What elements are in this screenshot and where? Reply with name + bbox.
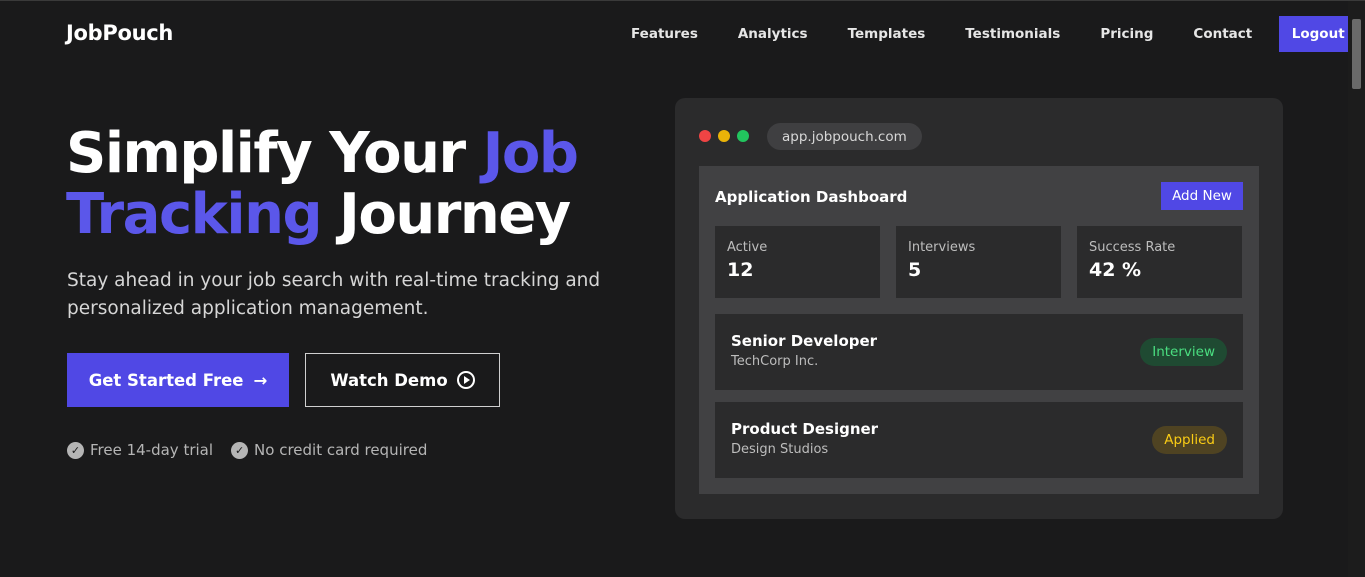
get-started-label: Get Started Free (88, 370, 244, 390)
window-controls (699, 130, 749, 142)
watch-demo-button[interactable]: Watch Demo (305, 353, 500, 407)
stat-label: Active (727, 240, 768, 255)
get-started-button[interactable]: Get Started Free → (67, 353, 289, 407)
logo[interactable]: JobPouch (66, 21, 173, 45)
feature-item: ✓ No credit card required (231, 441, 427, 459)
dashboard-mockup: app.jobpouch.com Application Dashboard A… (675, 98, 1283, 519)
title-accent-2: Tracking (66, 182, 323, 247)
hero-title: Simplify Your Job Tracking Journey (66, 123, 626, 245)
title-accent-1: Job (482, 121, 579, 186)
watch-demo-label: Watch Demo (330, 370, 448, 390)
nav-link-analytics[interactable]: Analytics (738, 26, 808, 42)
window-dot-yellow-icon (718, 130, 730, 142)
scrollbar-thumb[interactable] (1352, 19, 1361, 89)
application-dashboard: Application Dashboard Add New Active 12 … (699, 166, 1259, 494)
title-text-2: Journey (321, 182, 571, 247)
job-row[interactable]: Product Designer Design Studios Applied (715, 402, 1243, 478)
window-dot-green-icon (737, 130, 749, 142)
hero-subtitle: Stay ahead in your job search with real-… (67, 270, 601, 319)
feature-list: ✓ Free 14-day trial ✓ No credit card req… (67, 441, 427, 459)
job-row[interactable]: Senior Developer TechCorp Inc. Interview (715, 314, 1243, 390)
stat-card-active: Active 12 (715, 226, 880, 298)
stat-value: 12 (727, 259, 754, 281)
stat-value: 5 (908, 259, 922, 281)
stat-label: Success Rate (1089, 240, 1176, 255)
top-nav: JobPouch Features Analytics Templates Te… (0, 1, 1358, 69)
nav-link-pricing[interactable]: Pricing (1100, 26, 1153, 42)
nav-link-contact[interactable]: Contact (1193, 26, 1252, 42)
nav-links: Features Analytics Templates Testimonial… (631, 16, 1358, 52)
url-bar: app.jobpouch.com (767, 123, 922, 150)
stat-label: Interviews (908, 240, 976, 255)
feature-item: ✓ Free 14-day trial (67, 441, 213, 459)
status-badge: Interview (1140, 338, 1227, 366)
stat-card-interviews: Interviews 5 (896, 226, 1061, 298)
dashboard-title: Application Dashboard (715, 188, 908, 206)
stat-value: 42 % (1089, 259, 1142, 281)
stat-card-success-rate: Success Rate 42 % (1077, 226, 1242, 298)
check-circle-icon: ✓ (231, 441, 249, 459)
logout-button[interactable]: Logout (1279, 16, 1358, 52)
feature-label: Free 14-day trial (90, 441, 214, 459)
status-badge: Applied (1152, 426, 1227, 454)
page-scrollbar[interactable] (1348, 1, 1365, 577)
window-dot-red-icon (699, 130, 711, 142)
check-circle-icon: ✓ (67, 441, 84, 459)
nav-link-templates[interactable]: Templates (848, 26, 926, 42)
nav-link-testimonials[interactable]: Testimonials (965, 26, 1060, 42)
nav-link-features[interactable]: Features (631, 26, 698, 42)
add-new-button[interactable]: Add New (1161, 182, 1243, 210)
feature-label: No credit card required (254, 441, 428, 459)
title-text-1: Simplify Your (66, 121, 483, 186)
play-icon (456, 371, 475, 389)
arrow-right-icon: → (253, 370, 268, 390)
